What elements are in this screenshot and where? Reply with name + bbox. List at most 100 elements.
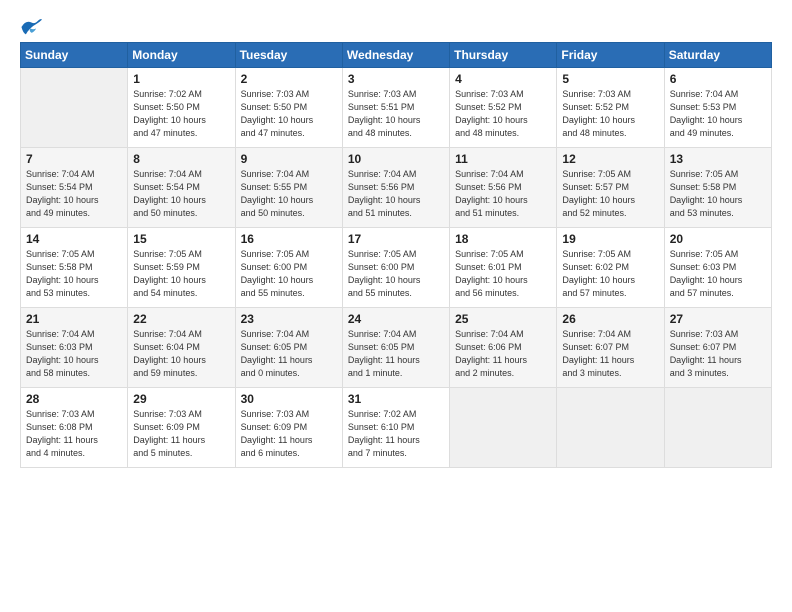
- day-info: Sunrise: 7:04 AM Sunset: 5:55 PM Dayligh…: [241, 168, 337, 220]
- day-number: 23: [241, 312, 337, 326]
- col-header-sunday: Sunday: [21, 43, 128, 68]
- logo-icon: [20, 18, 42, 36]
- day-cell: 23 Sunrise: 7:04 AM Sunset: 6:05 PM Dayli…: [235, 308, 342, 388]
- day-info: Sunrise: 7:03 AM Sunset: 5:50 PM Dayligh…: [241, 88, 337, 140]
- day-cell: 1 Sunrise: 7:02 AM Sunset: 5:50 PM Daylig…: [128, 68, 235, 148]
- day-info: Sunrise: 7:04 AM Sunset: 6:03 PM Dayligh…: [26, 328, 122, 380]
- day-number: 24: [348, 312, 444, 326]
- day-cell: 25 Sunrise: 7:04 AM Sunset: 6:06 PM Dayli…: [450, 308, 557, 388]
- day-cell: 3 Sunrise: 7:03 AM Sunset: 5:51 PM Daylig…: [342, 68, 449, 148]
- day-info: Sunrise: 7:04 AM Sunset: 6:07 PM Dayligh…: [562, 328, 658, 380]
- logo: [20, 18, 44, 36]
- day-info: Sunrise: 7:05 AM Sunset: 6:02 PM Dayligh…: [562, 248, 658, 300]
- col-header-friday: Friday: [557, 43, 664, 68]
- day-info: Sunrise: 7:05 AM Sunset: 6:03 PM Dayligh…: [670, 248, 766, 300]
- day-number: 9: [241, 152, 337, 166]
- day-info: Sunrise: 7:03 AM Sunset: 5:52 PM Dayligh…: [562, 88, 658, 140]
- day-cell: 30Sunrise: 7:03 AM Sunset: 6:09 PM Dayli…: [235, 388, 342, 468]
- day-cell: 21 Sunrise: 7:04 AM Sunset: 6:03 PM Dayli…: [21, 308, 128, 388]
- day-cell: 26 Sunrise: 7:04 AM Sunset: 6:07 PM Dayli…: [557, 308, 664, 388]
- day-number: 5: [562, 72, 658, 86]
- day-cell: 11 Sunrise: 7:04 AM Sunset: 5:56 PM Dayli…: [450, 148, 557, 228]
- day-cell: 7 Sunrise: 7:04 AM Sunset: 5:54 PM Daylig…: [21, 148, 128, 228]
- day-cell: [557, 388, 664, 468]
- day-info: Sunrise: 7:02 AM Sunset: 5:50 PM Dayligh…: [133, 88, 229, 140]
- day-number: 1: [133, 72, 229, 86]
- day-cell: 16 Sunrise: 7:05 AM Sunset: 6:00 PM Dayli…: [235, 228, 342, 308]
- day-number: 8: [133, 152, 229, 166]
- day-info: Sunrise: 7:04 AM Sunset: 5:54 PM Dayligh…: [26, 168, 122, 220]
- day-cell: [664, 388, 771, 468]
- week-row-4: 21 Sunrise: 7:04 AM Sunset: 6:03 PM Dayli…: [21, 308, 772, 388]
- day-number: 3: [348, 72, 444, 86]
- day-number: 16: [241, 232, 337, 246]
- day-info: Sunrise: 7:05 AM Sunset: 5:58 PM Dayligh…: [26, 248, 122, 300]
- week-row-5: 28 Sunrise: 7:03 AM Sunset: 6:08 PM Dayli…: [21, 388, 772, 468]
- day-number: 20: [670, 232, 766, 246]
- day-number: 26: [562, 312, 658, 326]
- day-number: 28: [26, 392, 122, 406]
- day-cell: 5 Sunrise: 7:03 AM Sunset: 5:52 PM Daylig…: [557, 68, 664, 148]
- day-info: Sunrise: 7:05 AM Sunset: 6:00 PM Dayligh…: [348, 248, 444, 300]
- day-info: Sunrise: 7:05 AM Sunset: 5:57 PM Dayligh…: [562, 168, 658, 220]
- day-cell: 12 Sunrise: 7:05 AM Sunset: 5:57 PM Dayli…: [557, 148, 664, 228]
- day-cell: 19 Sunrise: 7:05 AM Sunset: 6:02 PM Dayli…: [557, 228, 664, 308]
- day-info: Sunrise: 7:03 AM Sunset: 6:09 PM Dayligh…: [133, 408, 229, 460]
- day-info: Sunrise: 7:03 AM Sunset: 6:08 PM Dayligh…: [26, 408, 122, 460]
- day-cell: 2 Sunrise: 7:03 AM Sunset: 5:50 PM Daylig…: [235, 68, 342, 148]
- day-number: 13: [670, 152, 766, 166]
- day-number: 18: [455, 232, 551, 246]
- page: SundayMondayTuesdayWednesdayThursdayFrid…: [0, 0, 792, 612]
- day-cell: 8 Sunrise: 7:04 AM Sunset: 5:54 PM Daylig…: [128, 148, 235, 228]
- day-info: Sunrise: 7:04 AM Sunset: 5:54 PM Dayligh…: [133, 168, 229, 220]
- day-cell: 15Sunrise: 7:05 AM Sunset: 5:59 PM Dayli…: [128, 228, 235, 308]
- day-number: 7: [26, 152, 122, 166]
- day-number: 21: [26, 312, 122, 326]
- day-number: 30: [241, 392, 337, 406]
- day-cell: [21, 68, 128, 148]
- day-cell: 4Sunrise: 7:03 AM Sunset: 5:52 PM Daylig…: [450, 68, 557, 148]
- day-cell: 29Sunrise: 7:03 AM Sunset: 6:09 PM Dayli…: [128, 388, 235, 468]
- day-info: Sunrise: 7:04 AM Sunset: 5:56 PM Dayligh…: [348, 168, 444, 220]
- day-info: Sunrise: 7:04 AM Sunset: 5:53 PM Dayligh…: [670, 88, 766, 140]
- day-cell: 24 Sunrise: 7:04 AM Sunset: 6:05 PM Dayli…: [342, 308, 449, 388]
- day-number: 17: [348, 232, 444, 246]
- day-number: 10: [348, 152, 444, 166]
- day-cell: 9 Sunrise: 7:04 AM Sunset: 5:55 PM Daylig…: [235, 148, 342, 228]
- day-number: 12: [562, 152, 658, 166]
- day-info: Sunrise: 7:05 AM Sunset: 6:00 PM Dayligh…: [241, 248, 337, 300]
- day-cell: 28 Sunrise: 7:03 AM Sunset: 6:08 PM Dayli…: [21, 388, 128, 468]
- day-number: 25: [455, 312, 551, 326]
- col-header-thursday: Thursday: [450, 43, 557, 68]
- day-cell: 17 Sunrise: 7:05 AM Sunset: 6:00 PM Dayli…: [342, 228, 449, 308]
- day-info: Sunrise: 7:03 AM Sunset: 5:51 PM Dayligh…: [348, 88, 444, 140]
- day-number: 31: [348, 392, 444, 406]
- week-row-3: 14Sunrise: 7:05 AM Sunset: 5:58 PM Dayli…: [21, 228, 772, 308]
- day-info: Sunrise: 7:05 AM Sunset: 5:58 PM Dayligh…: [670, 168, 766, 220]
- col-header-wednesday: Wednesday: [342, 43, 449, 68]
- day-number: 2: [241, 72, 337, 86]
- day-cell: 13 Sunrise: 7:05 AM Sunset: 5:58 PM Dayli…: [664, 148, 771, 228]
- day-info: Sunrise: 7:04 AM Sunset: 6:04 PM Dayligh…: [133, 328, 229, 380]
- day-number: 4: [455, 72, 551, 86]
- day-info: Sunrise: 7:04 AM Sunset: 6:05 PM Dayligh…: [241, 328, 337, 380]
- day-info: Sunrise: 7:02 AM Sunset: 6:10 PM Dayligh…: [348, 408, 444, 460]
- week-row-2: 7 Sunrise: 7:04 AM Sunset: 5:54 PM Daylig…: [21, 148, 772, 228]
- day-info: Sunrise: 7:04 AM Sunset: 6:06 PM Dayligh…: [455, 328, 551, 380]
- day-number: 27: [670, 312, 766, 326]
- day-number: 11: [455, 152, 551, 166]
- col-header-monday: Monday: [128, 43, 235, 68]
- day-cell: 6Sunrise: 7:04 AM Sunset: 5:53 PM Daylig…: [664, 68, 771, 148]
- day-cell: 10 Sunrise: 7:04 AM Sunset: 5:56 PM Dayli…: [342, 148, 449, 228]
- day-cell: [450, 388, 557, 468]
- day-cell: 20 Sunrise: 7:05 AM Sunset: 6:03 PM Dayli…: [664, 228, 771, 308]
- day-cell: 22Sunrise: 7:04 AM Sunset: 6:04 PM Dayli…: [128, 308, 235, 388]
- day-info: Sunrise: 7:05 AM Sunset: 5:59 PM Dayligh…: [133, 248, 229, 300]
- day-cell: 27Sunrise: 7:03 AM Sunset: 6:07 PM Dayli…: [664, 308, 771, 388]
- day-number: 19: [562, 232, 658, 246]
- day-info: Sunrise: 7:04 AM Sunset: 6:05 PM Dayligh…: [348, 328, 444, 380]
- day-info: Sunrise: 7:04 AM Sunset: 5:56 PM Dayligh…: [455, 168, 551, 220]
- col-header-saturday: Saturday: [664, 43, 771, 68]
- day-cell: 14Sunrise: 7:05 AM Sunset: 5:58 PM Dayli…: [21, 228, 128, 308]
- day-cell: 18Sunrise: 7:05 AM Sunset: 6:01 PM Dayli…: [450, 228, 557, 308]
